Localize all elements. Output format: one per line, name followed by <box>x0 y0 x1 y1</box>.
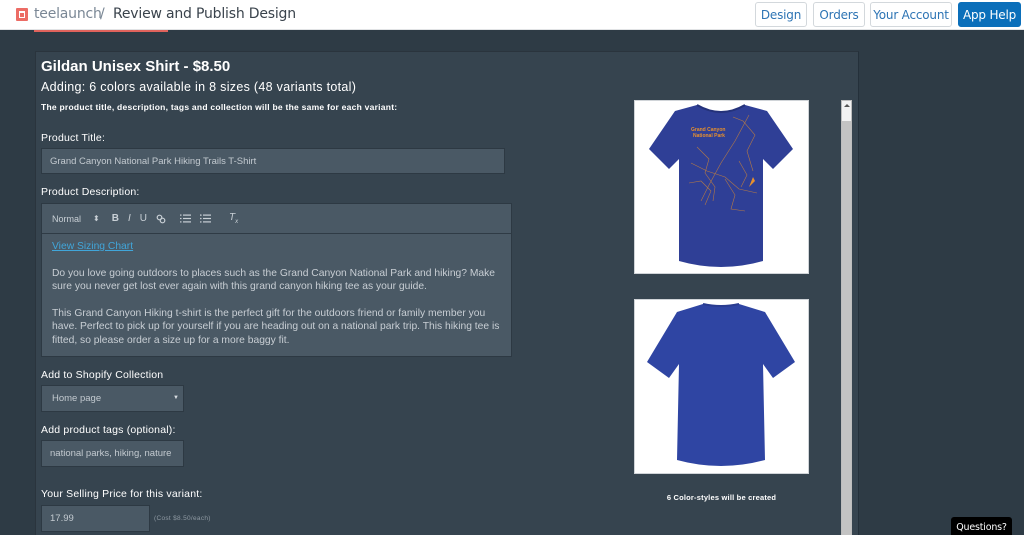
questions-button[interactable]: Questions? <box>951 517 1012 535</box>
variants-note: The product title, description, tags and… <box>41 102 398 112</box>
preview-scrollbar[interactable] <box>841 100 852 535</box>
chevron-down-icon: ▼ <box>173 395 179 401</box>
collection-select[interactable]: Home page ▼ <box>41 385 184 412</box>
bullet-list-icon <box>199 214 211 223</box>
description-body[interactable]: View Sizing Chart Do you love going outd… <box>42 234 511 367</box>
caret-up-icon <box>843 104 850 107</box>
app-help-button[interactable]: App Help <box>958 2 1021 27</box>
clear-format-button[interactable]: Tx <box>229 212 238 225</box>
design-button[interactable]: Design <box>755 2 807 27</box>
link-button[interactable] <box>156 214 166 224</box>
format-caret-icon: ⬍ <box>93 214 100 223</box>
teelaunch-logo-icon <box>16 8 28 21</box>
underline-icon: U <box>139 213 147 224</box>
italic-icon: I <box>127 213 131 224</box>
description-paragraph: This Grand Canyon Hiking t-shirt is the … <box>52 307 500 346</box>
color-styles-note: 6 Color-styles will be created <box>666 493 777 502</box>
product-title-input[interactable]: Grand Canyon National Park Hiking Trails… <box>41 148 505 174</box>
description-paragraph: Do you love going outdoors to places suc… <box>52 267 496 293</box>
tshirt-front-icon: Grand Canyon National Park <box>649 104 793 267</box>
orders-button[interactable]: Orders <box>813 2 865 27</box>
ordered-list-button[interactable] <box>179 214 191 223</box>
back-shirt-image <box>634 299 809 474</box>
top-bar: teelaunch / Review and Publish Design De… <box>0 0 1024 30</box>
view-sizing-chart-link[interactable]: View Sizing Chart <box>52 240 501 254</box>
scroll-thumb[interactable] <box>842 121 851 535</box>
clear-format-icon: Tx <box>228 212 239 225</box>
variants-summary: Adding: 6 colors available in 8 sizes (4… <box>41 80 357 94</box>
bold-button[interactable]: B <box>112 213 119 224</box>
front-shirt-image: Grand Canyon National Park <box>634 100 809 274</box>
selling-price-label: Your Selling Price for this variant: <box>41 488 203 500</box>
underline-button[interactable]: U <box>140 213 147 224</box>
scroll-up-button[interactable] <box>842 101 851 121</box>
format-select-label: Normal <box>52 213 82 224</box>
tshirt-back-icon <box>647 303 795 466</box>
your-account-button[interactable]: Your Account <box>870 2 952 27</box>
product-title-label: Product Title: <box>41 132 106 144</box>
collection-select-value: Home page <box>52 393 102 404</box>
format-select[interactable]: Normal ⬍ <box>52 214 100 224</box>
brand-name[interactable]: teelaunch <box>34 6 102 22</box>
tags-label: Add product tags (optional): <box>41 424 176 436</box>
tags-input[interactable]: national parks, hiking, nature <box>41 440 184 467</box>
selling-price-input[interactable]: 17.99 <box>41 505 150 532</box>
svg-text:National Park: National Park <box>693 133 725 139</box>
page-title: Review and Publish Design <box>113 6 296 22</box>
editor-toolbar: Normal ⬍ B I U Tx <box>42 204 511 234</box>
bold-icon: B <box>111 213 119 224</box>
product-description-label: Product Description: <box>41 186 140 198</box>
collection-label: Add to Shopify Collection <box>41 369 164 381</box>
bullet-list-button[interactable] <box>199 214 211 223</box>
progress-underline <box>34 30 168 32</box>
breadcrumb-separator: / <box>100 6 105 22</box>
link-icon <box>156 214 166 223</box>
cost-note: (Cost $8.50/each) <box>154 515 211 522</box>
product-heading: Gildan Unisex Shirt - $8.50 <box>41 58 231 75</box>
italic-button[interactable]: I <box>128 213 131 224</box>
description-editor: Normal ⬍ B I U Tx View Sizing Chart Do y… <box>41 203 512 357</box>
ordered-list-icon <box>179 214 191 223</box>
